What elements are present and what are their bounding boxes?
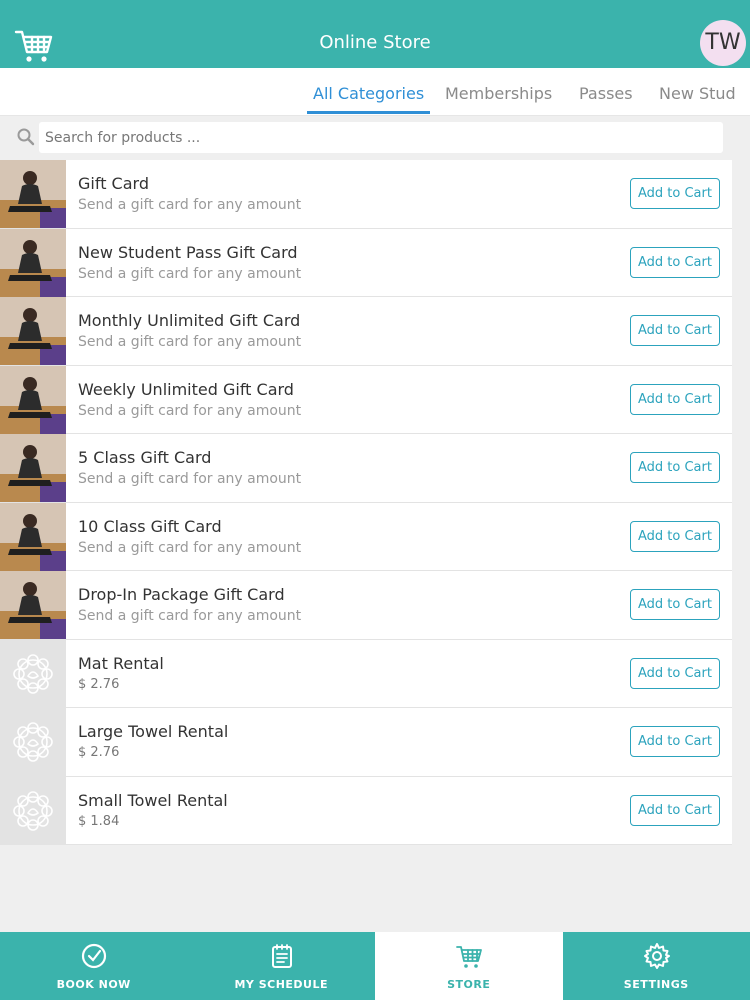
lotus-logo-icon [13, 653, 53, 694]
product-thumbnail [0, 639, 66, 708]
product-info: Gift Card Send a gift card for any amount [78, 174, 301, 213]
add-to-cart-button[interactable]: Add to Cart [630, 794, 720, 826]
yoga-photo-icon [0, 571, 66, 639]
product-info: Large Towel Rental $ 2.76 [78, 722, 228, 760]
product-price: $ 2.76 [78, 745, 120, 760]
search-icon [17, 128, 35, 146]
lotus-logo-icon [13, 790, 53, 831]
calendar-icon [271, 944, 292, 968]
product-info: Monthly Unlimited Gift Card Send a gift c… [78, 311, 301, 350]
product-thumbnail [0, 708, 66, 776]
product-row[interactable]: Gift Card Send a gift card for any amount… [0, 160, 732, 229]
top-bar: Online Store TW [0, 0, 750, 68]
nav-store[interactable]: STORE [375, 932, 563, 1000]
product-description: Send a gift card for any amount [78, 334, 302, 350]
product-thumbnail [0, 365, 66, 434]
cart-icon [456, 946, 482, 968]
product-title: Drop-In Package Gift Card [78, 585, 285, 604]
product-description: Send a gift card for any amount [78, 265, 302, 282]
product-row[interactable]: Weekly Unlimited Gift Card Send a gift ca… [0, 365, 732, 434]
yoga-photo-icon [0, 434, 66, 502]
product-info: 10 Class Gift Card Send a gift card for a… [78, 517, 301, 556]
product-info: New Student Pass Gift Card Send a gift ca… [78, 243, 301, 282]
add-to-cart-button[interactable]: Add to Cart [630, 657, 720, 689]
nav-label: STORE [447, 978, 491, 991]
product-title: Monthly Unlimited Gift Card [78, 311, 301, 330]
product-row[interactable]: Monthly Unlimited Gift Card Send a gift c… [0, 297, 732, 366]
product-thumbnail [0, 502, 66, 571]
product-title: New Student Pass Gift Card [78, 242, 298, 262]
product-row[interactable]: Mat Rental $ 2.76 Add to Cart [0, 639, 732, 708]
product-thumbnail [0, 776, 66, 845]
product-row[interactable]: Drop-In Package Gift Card Send a gift car… [0, 571, 732, 640]
product-title: Small Towel Rental [78, 790, 228, 810]
product-description: Send a gift card for any amount [78, 402, 302, 419]
product-title: 10 Class Gift Card [78, 516, 222, 536]
product-row[interactable]: Large Towel Rental $ 2.76 Add to Cart [0, 708, 732, 777]
product-title: Weekly Unlimited Gift Card [78, 379, 294, 399]
product-thumbnail [0, 297, 66, 365]
product-thumbnail [0, 571, 66, 639]
product-description: Send a gift card for any amount [78, 608, 302, 624]
add-to-cart-button[interactable]: Add to Cart [630, 383, 720, 415]
product-thumbnail [0, 160, 66, 228]
add-to-cart-button[interactable]: Add to Cart [630, 520, 720, 552]
product-price: $ 2.76 [78, 676, 120, 692]
product-price: $ 1.84 [78, 813, 120, 829]
yoga-photo-icon [0, 160, 66, 228]
gear-icon [643, 943, 670, 969]
category-tabs: All Categories Memberships Passes New St… [0, 68, 750, 116]
nav-book-now[interactable]: BOOK NOW [0, 932, 188, 1000]
page-title: Online Store [319, 32, 431, 53]
add-to-cart-button[interactable]: Add to Cart [630, 589, 720, 620]
nav-label: BOOK NOW [56, 978, 131, 991]
add-to-cart-button[interactable]: Add to Cart [630, 315, 720, 346]
lotus-logo-icon [13, 722, 53, 762]
nav-settings[interactable]: SETTINGS [563, 932, 750, 1000]
add-to-cart-button[interactable]: Add to Cart [630, 178, 720, 209]
yoga-photo-icon [0, 502, 66, 571]
yoga-photo-icon [0, 228, 66, 297]
nav-my-schedule[interactable]: MY SCHEDULE [188, 932, 376, 1000]
product-row[interactable]: 5 Class Gift Card Send a gift card for an… [0, 434, 732, 503]
product-title: 5 Class Gift Card [78, 448, 212, 467]
product-row[interactable]: Small Towel Rental $ 1.84 Add to Cart [0, 776, 732, 845]
product-description: Send a gift card for any amount [78, 539, 302, 556]
product-title: Gift Card [78, 174, 149, 193]
product-thumbnail [0, 434, 66, 502]
product-description: Send a gift card for any amount [78, 197, 302, 213]
bottom-navigation: BOOK NOW MY SCHEDULE STORE SETTINGS [0, 932, 750, 1000]
product-title: Large Towel Rental [78, 722, 229, 741]
search-input[interactable] [39, 122, 723, 153]
product-row[interactable]: New Student Pass Gift Card Send a gift ca… [0, 228, 732, 297]
tab-memberships[interactable]: Memberships [445, 84, 552, 114]
product-description: Send a gift card for any amount [78, 471, 302, 487]
product-row[interactable]: 10 Class Gift Card Send a gift card for a… [0, 502, 732, 571]
product-info: Mat Rental $ 2.76 [78, 654, 164, 692]
yoga-photo-icon [0, 365, 66, 434]
tab-all-categories[interactable]: All Categories [307, 84, 431, 114]
product-info: Small Towel Rental $ 1.84 [78, 791, 228, 829]
nav-label: SETTINGS [623, 978, 689, 991]
add-to-cart-button[interactable]: Add to Cart [630, 246, 720, 278]
avatar[interactable]: TW [700, 20, 746, 66]
tab-new-student[interactable]: New Stud [659, 84, 736, 114]
product-info: 5 Class Gift Card Send a gift card for an… [78, 448, 301, 487]
product-title: Mat Rental [78, 653, 164, 673]
product-thumbnail [0, 228, 66, 297]
add-to-cart-button[interactable]: Add to Cart [630, 726, 720, 757]
product-list: Gift Card Send a gift card for any amount… [0, 160, 732, 845]
product-info: Weekly Unlimited Gift Card Send a gift ca… [78, 380, 301, 419]
tab-passes[interactable]: Passes [579, 84, 633, 114]
product-info: Drop-In Package Gift Card Send a gift car… [78, 585, 301, 624]
nav-label: MY SCHEDULE [234, 978, 329, 991]
yoga-photo-icon [0, 297, 66, 365]
add-to-cart-button[interactable]: Add to Cart [630, 452, 720, 483]
check-circle-icon [81, 943, 107, 969]
search-bar [0, 117, 750, 159]
